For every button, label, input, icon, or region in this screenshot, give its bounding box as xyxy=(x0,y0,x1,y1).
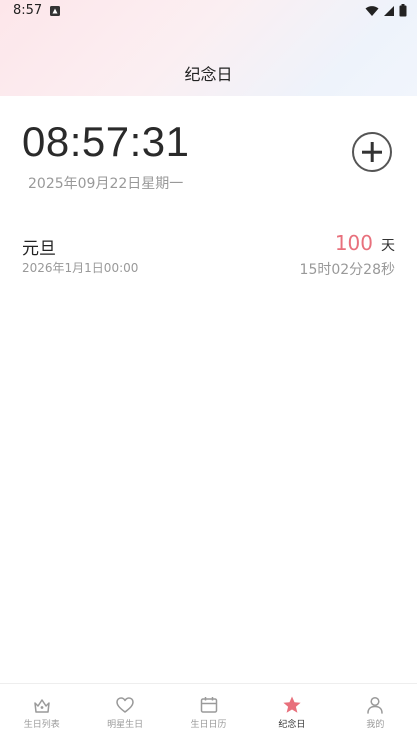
signal-icon xyxy=(384,5,394,16)
bottom-nav: 生日列表 明星生日 生日日历 纪念日 我的 xyxy=(0,683,417,742)
page-title: 纪念日 xyxy=(184,65,233,84)
notification-icon xyxy=(50,6,60,16)
nav-label: 生日日历 xyxy=(190,720,227,730)
status-bar: 8:57 xyxy=(0,0,417,24)
current-date: 2025年09月22日星期一 xyxy=(28,176,184,192)
event-days-unit: 天 xyxy=(381,238,395,254)
calendar-icon xyxy=(200,697,217,713)
nav-label: 生日列表 xyxy=(23,720,60,730)
nav-item-birthday-calendar[interactable]: 生日日历 xyxy=(167,684,250,742)
heart-icon xyxy=(116,697,134,713)
nav-item-birthday-list[interactable]: 生日列表 xyxy=(0,684,83,742)
battery-icon xyxy=(399,4,407,17)
event-days: 100 xyxy=(334,231,373,255)
nav-label: 纪念日 xyxy=(278,720,306,730)
wifi-icon xyxy=(365,5,379,16)
nav-label: 明星生日 xyxy=(107,720,144,730)
star-icon xyxy=(283,696,301,713)
status-icons xyxy=(365,4,407,17)
nav-label: 我的 xyxy=(366,720,385,730)
event-name: 元旦 xyxy=(22,239,56,259)
nav-item-star-birthdays[interactable]: 明星生日 xyxy=(83,684,166,742)
current-time: 08:57:31 xyxy=(22,118,190,165)
status-time: 8:57 xyxy=(13,3,43,18)
cake-icon xyxy=(33,699,50,713)
nav-item-mine[interactable]: 我的 xyxy=(334,684,417,742)
add-anniversary-button[interactable] xyxy=(352,132,392,172)
list-item[interactable]: 元旦 2026年1月1日00:00 100 天 15时02分28秒 xyxy=(0,228,417,282)
nav-item-anniversary[interactable]: 纪念日 xyxy=(250,684,333,742)
person-icon xyxy=(367,696,384,714)
event-days-count: 100 天 xyxy=(335,231,395,255)
event-datetime: 2026年1月1日00:00 xyxy=(22,261,139,275)
event-remaining-time: 15时02分28秒 xyxy=(299,262,395,278)
